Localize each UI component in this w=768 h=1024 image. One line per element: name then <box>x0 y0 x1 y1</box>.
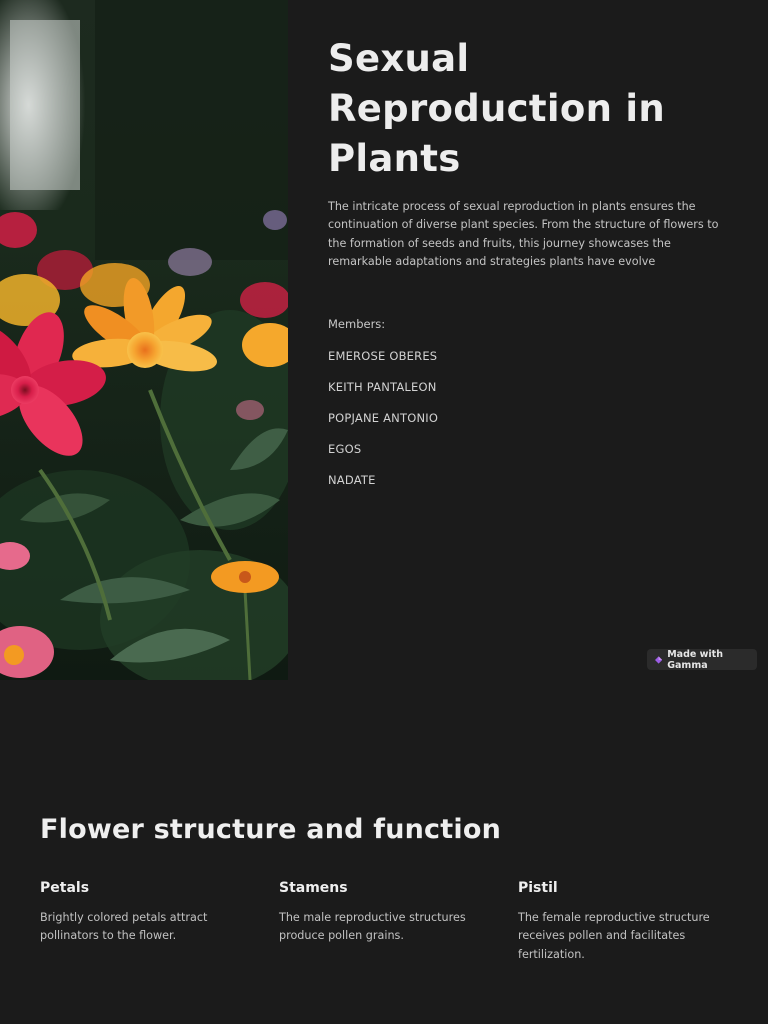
members-label: Members: <box>328 317 386 331</box>
gamma-gem-icon <box>655 655 663 664</box>
flower-photo <box>0 0 288 680</box>
title-slide: Sexual Reproduction in Plants The intric… <box>0 0 768 680</box>
made-with-gamma-badge[interactable]: Made with Gamma <box>647 648 757 671</box>
member-name: POPJANE ANTONIO <box>328 411 439 425</box>
badge-label: Made with Gamma <box>667 648 723 671</box>
member-name: NADATE <box>328 473 376 487</box>
card-petals: Petals Brightly colored petals attract p… <box>40 880 240 946</box>
card-heading: Petals <box>40 880 90 896</box>
section-title: Flower structure and function <box>40 814 501 845</box>
card-pistil: Pistil The female reproductive structure… <box>518 880 718 964</box>
card-heading: Stamens <box>279 880 348 896</box>
member-name: EGOS <box>328 442 362 456</box>
member-name: EMEROSE OBERES <box>328 349 438 363</box>
card-stamens: Stamens The male reproductive structures… <box>279 880 479 946</box>
intro-paragraph: The intricate process of sexual reproduc… <box>328 200 719 268</box>
card-text: The female reproductive structure receiv… <box>518 911 710 961</box>
card-heading: Pistil <box>518 880 558 896</box>
flower-structure-slide: Flower structure and function Petals Bri… <box>0 680 768 1024</box>
member-name: KEITH PANTALEON <box>328 380 437 394</box>
page-title: Sexual Reproduction in Plants <box>328 37 666 180</box>
card-text: Brightly colored petals attract pollinat… <box>40 911 208 943</box>
card-text: The male reproductive structures produce… <box>279 911 466 943</box>
